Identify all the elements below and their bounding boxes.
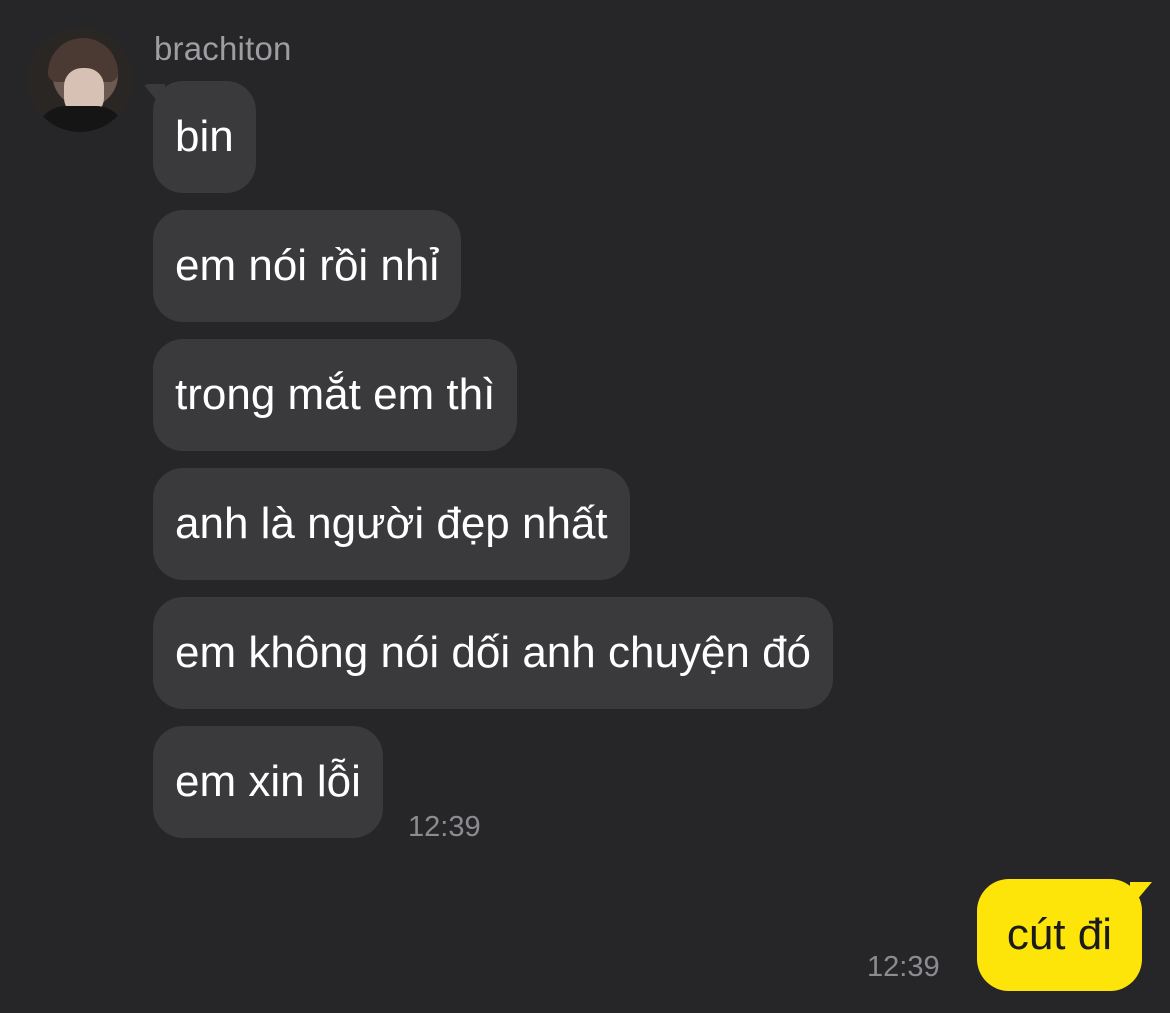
- avatar-shoulder: [36, 106, 126, 132]
- incoming-message[interactable]: em xin lỗi: [153, 726, 383, 838]
- incoming-message[interactable]: anh là người đẹp nhất: [153, 468, 630, 580]
- sender-avatar[interactable]: [28, 28, 132, 132]
- incoming-message[interactable]: bin: [153, 81, 256, 193]
- outgoing-timestamp: 12:39: [867, 951, 940, 983]
- incoming-timestamp: 12:39: [408, 811, 481, 843]
- incoming-message[interactable]: trong mắt em thì: [153, 339, 518, 451]
- sender-name[interactable]: brachiton: [154, 30, 292, 68]
- outgoing-message[interactable]: cút đi: [976, 879, 1142, 991]
- incoming-message[interactable]: em không nói dối anh chuyện đó: [153, 597, 834, 709]
- incoming-message[interactable]: em nói rồi nhỉ: [153, 210, 462, 322]
